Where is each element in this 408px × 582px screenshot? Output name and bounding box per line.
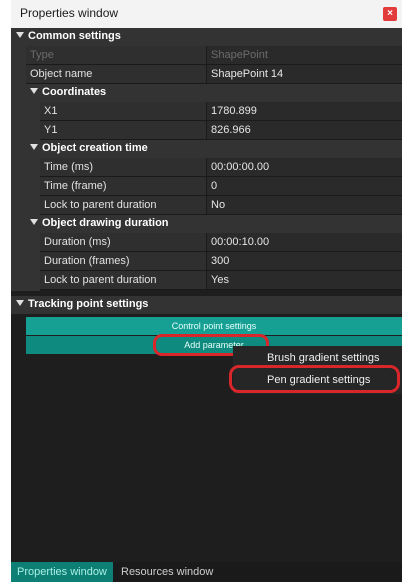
collapse-triangle-icon[interactable]	[30, 219, 38, 225]
tab-resources-window[interactable]: Resources window	[115, 562, 219, 582]
section-label: Tracking point settings	[28, 298, 149, 310]
collapse-triangle-icon[interactable]	[16, 32, 24, 38]
section-label: Object creation time	[42, 142, 148, 154]
section-common-settings[interactable]: Common settings	[11, 28, 402, 46]
control-point-settings-button[interactable]: Control point settings	[26, 317, 402, 335]
property-row-y1[interactable]: Y1 826.966	[11, 121, 402, 140]
property-name: Lock to parent duration	[40, 271, 207, 290]
window-title: Properties window	[20, 6, 119, 20]
tab-properties-window[interactable]: Properties window	[11, 562, 113, 582]
property-name: Object name	[26, 65, 207, 84]
section-label: Common settings	[28, 30, 121, 42]
lock-creation-field[interactable]: No	[207, 196, 402, 215]
section-object-creation-time[interactable]: Object creation time	[11, 140, 402, 158]
title-bar: Properties window ×	[11, 0, 402, 29]
property-name: Time (ms)	[40, 158, 207, 177]
property-name: Y1	[40, 121, 207, 140]
duration-ms-field[interactable]: 00:00:10.00	[207, 233, 402, 252]
property-name: X1	[40, 102, 207, 121]
collapse-triangle-icon[interactable]	[30, 88, 38, 94]
property-row-lock-creation[interactable]: Lock to parent duration No	[11, 196, 402, 215]
duration-frames-field[interactable]: 300	[207, 252, 402, 271]
property-name: Lock to parent duration	[40, 196, 207, 215]
y1-field[interactable]: 826.966	[207, 121, 402, 140]
collapse-triangle-icon[interactable]	[30, 144, 38, 150]
property-value: ShapePoint	[207, 46, 402, 65]
property-row-duration-ms[interactable]: Duration (ms) 00:00:10.00	[11, 233, 402, 252]
x1-field[interactable]: 1780.899	[207, 102, 402, 121]
section-coordinates[interactable]: Coordinates	[11, 84, 402, 102]
property-row-time-frame[interactable]: Time (frame) 0	[11, 177, 402, 196]
bottom-tab-bar: Properties window Resources window	[11, 562, 402, 582]
section-label: Object drawing duration	[42, 217, 169, 229]
property-row-x1[interactable]: X1 1780.899	[11, 102, 402, 121]
property-row-type: Type ShapePoint	[11, 46, 402, 65]
lock-drawing-field[interactable]: Yes	[207, 271, 402, 290]
properties-window: Properties window × Common settings Type…	[11, 0, 402, 582]
menu-item-brush-gradient[interactable]: Brush gradient settings	[267, 352, 380, 364]
property-row-object-name[interactable]: Object name ShapePoint 14	[11, 65, 402, 84]
property-row-lock-drawing[interactable]: Lock to parent duration Yes	[11, 271, 402, 290]
object-name-field[interactable]: ShapePoint 14	[207, 65, 402, 84]
time-frame-field[interactable]: 0	[207, 177, 402, 196]
close-button[interactable]: ×	[383, 7, 397, 21]
property-name: Time (frame)	[40, 177, 207, 196]
section-label: Coordinates	[42, 86, 107, 98]
property-name: Type	[26, 46, 207, 65]
time-ms-field[interactable]: 00:00:00.00	[207, 158, 402, 177]
property-row-time-ms[interactable]: Time (ms) 00:00:00.00	[11, 158, 402, 177]
highlight-outline-pen-gradient	[229, 365, 400, 393]
collapse-triangle-icon[interactable]	[16, 300, 24, 306]
property-row-duration-frames[interactable]: Duration (frames) 300	[11, 252, 402, 271]
section-object-drawing-duration[interactable]: Object drawing duration	[11, 215, 402, 233]
section-tracking-point-settings[interactable]: Tracking point settings	[11, 296, 402, 314]
property-name: Duration (frames)	[40, 252, 207, 271]
property-name: Duration (ms)	[40, 233, 207, 252]
